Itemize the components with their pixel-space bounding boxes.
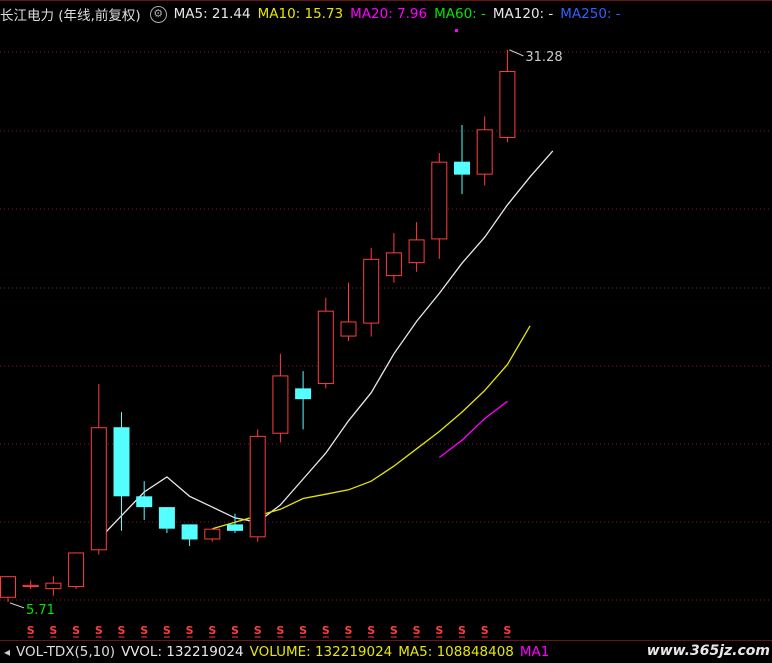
s-marker: S xyxy=(413,624,421,637)
candle xyxy=(454,124,470,195)
s-marker: S xyxy=(118,624,126,637)
candle-body-down xyxy=(295,388,312,400)
candle-body-up xyxy=(272,375,289,434)
candle xyxy=(181,524,198,546)
ma20-legend: MA20: 7.96 xyxy=(350,6,428,22)
price-grid xyxy=(0,0,772,601)
candle xyxy=(385,232,402,283)
s-marker: S xyxy=(299,624,307,637)
candle-body-down xyxy=(158,507,175,529)
ma120-legend: MA120: - xyxy=(492,6,554,22)
candle-body-up xyxy=(317,310,334,385)
s-marker: S xyxy=(503,624,511,637)
candle xyxy=(158,507,175,534)
s-marker: S xyxy=(186,624,194,637)
s-marker: S xyxy=(254,624,262,637)
candle xyxy=(249,429,266,542)
s-marker: S xyxy=(481,624,489,637)
candlestick-chart[interactable]: S S S S S S S S S S S S S S S S S S S S S S 31.28 5.71 xyxy=(0,0,772,663)
s-marker: S xyxy=(72,624,80,637)
s-marker: S xyxy=(458,624,466,637)
s-marker: S xyxy=(367,624,375,637)
candle xyxy=(68,552,85,590)
vol-ma5-legend: MA5: 108848408 xyxy=(398,644,514,660)
candle-body-up xyxy=(204,528,221,540)
s-marker: S xyxy=(140,624,148,637)
candle-body-up xyxy=(431,161,448,240)
candle xyxy=(0,576,16,602)
candle xyxy=(295,371,312,430)
candle xyxy=(476,116,493,186)
candle xyxy=(113,412,130,531)
stock-title: 长江电力 (年线,前复权) xyxy=(0,8,141,24)
ma60-legend: MA60: - xyxy=(434,6,486,22)
candle-body-up xyxy=(249,435,266,538)
candle xyxy=(363,248,380,337)
candle-body-up xyxy=(68,552,85,587)
candle-body-up xyxy=(90,427,107,551)
s-marker: S xyxy=(95,624,103,637)
s-marker: S xyxy=(322,624,330,637)
candle-body-up xyxy=(363,258,380,324)
s-marker: S xyxy=(208,624,216,637)
watermark: www.365jz.com xyxy=(646,643,770,659)
candle xyxy=(408,222,425,272)
low-label: 5.71 xyxy=(26,603,55,618)
high-label: 31.28 xyxy=(525,50,562,65)
candle xyxy=(136,481,153,521)
s-marker: S xyxy=(390,624,398,637)
volume-indicator-name[interactable]: VOL-TDX(5,10) xyxy=(16,644,115,660)
candle xyxy=(45,576,62,596)
candle-body-down xyxy=(454,161,470,175)
s-marker: S xyxy=(345,624,353,637)
candle xyxy=(317,297,334,389)
vvol-legend: VVOL: 132219024 xyxy=(121,644,244,660)
candle-body-up xyxy=(22,584,39,587)
candle-body-down xyxy=(181,524,198,540)
candle-body-up xyxy=(340,321,357,337)
ma20-marker xyxy=(455,29,458,32)
candle xyxy=(499,49,516,143)
candle xyxy=(90,384,107,555)
candle-body-down xyxy=(113,427,130,497)
candle-body-down xyxy=(227,524,243,531)
candles xyxy=(0,49,516,602)
candle xyxy=(204,528,221,542)
candle xyxy=(272,353,289,443)
settings-icon[interactable]: ⚙ xyxy=(149,5,167,23)
candle xyxy=(431,153,448,259)
candle-body-up xyxy=(499,71,516,138)
ma250-legend: MA250: - xyxy=(560,6,621,22)
candle-body-up xyxy=(385,252,402,277)
low-pointer xyxy=(9,602,25,609)
high-pointer xyxy=(509,49,524,57)
candle-body-up xyxy=(476,129,493,175)
candle-body-up xyxy=(0,576,16,598)
s-marker: S xyxy=(231,624,239,637)
ma5-legend: MA5: 21.44 xyxy=(173,6,251,22)
s-marker: S xyxy=(163,624,171,637)
candle-body-up xyxy=(408,239,425,264)
ma20-line xyxy=(438,400,508,459)
s-marker: S xyxy=(27,624,35,637)
s-marker: S xyxy=(435,624,443,637)
candle xyxy=(22,580,39,590)
s-markers: SSSSSSSSSSSSSSSSSSSSSS xyxy=(27,624,511,638)
s-marker: S xyxy=(276,624,284,637)
candle-body-up xyxy=(45,582,62,590)
vol-ma10-legend: MA1 xyxy=(519,644,550,660)
ma10-legend: MA10: 15.73 xyxy=(257,6,344,22)
indicator-header: 长江电力 (年线,前复权) ⚙ MA5: 21.44 MA10: 15.73 M… xyxy=(0,3,628,25)
expand-arrow-icon[interactable]: ◂ xyxy=(4,645,10,659)
candle-body-down xyxy=(136,496,153,508)
s-marker: S xyxy=(49,624,57,637)
candle xyxy=(340,282,357,341)
volume-legend: VOLUME: 132219024 xyxy=(249,644,393,660)
